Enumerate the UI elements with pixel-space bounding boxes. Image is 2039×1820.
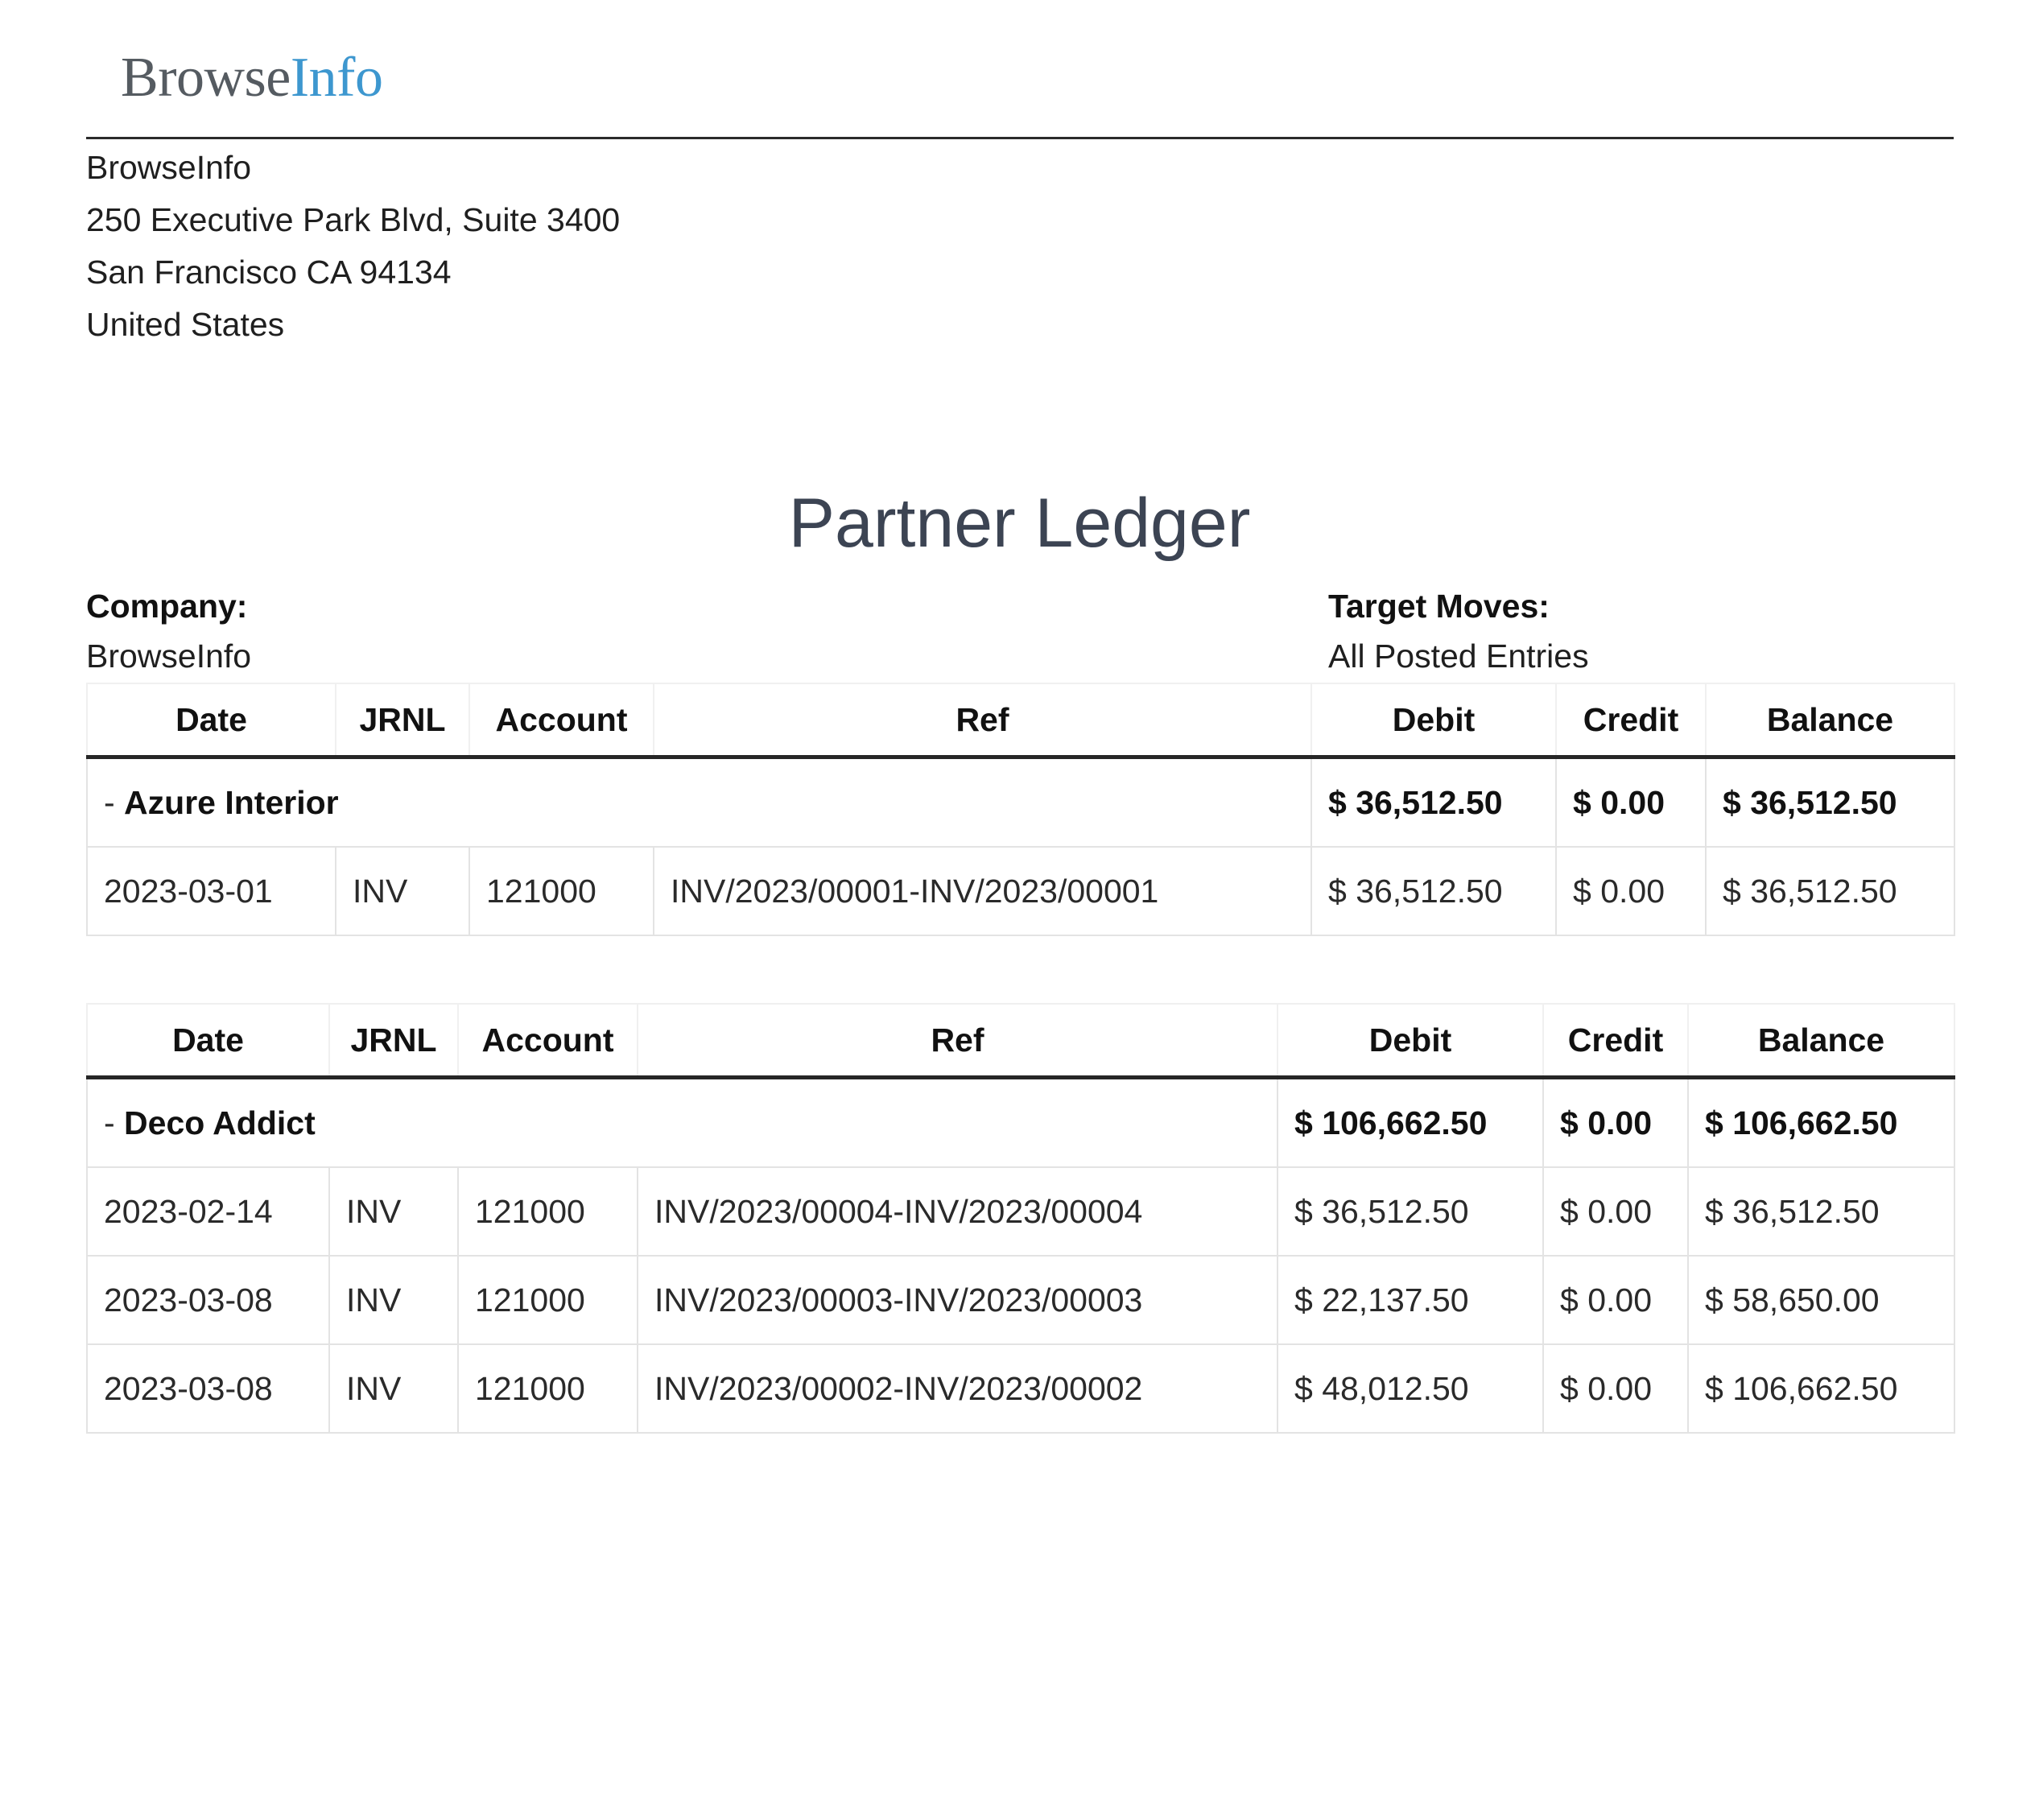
cell-credit: $ 0.00 xyxy=(1542,1166,1689,1257)
cell-debit: $ 36,512.50 xyxy=(1277,1166,1544,1257)
cell-account: 121000 xyxy=(457,1343,638,1434)
cell-debit: $ 36,512.50 xyxy=(1310,846,1557,936)
column-header-debit: Debit xyxy=(1310,683,1557,759)
table-row: 2023-02-14 INV 121000 INV/2023/00004-INV… xyxy=(86,1166,1955,1257)
partner-summary-row: - Deco Addict $ 106,662.50 $ 0.00 $ 106,… xyxy=(86,1076,1955,1168)
cell-ref: INV/2023/00004-INV/2023/00004 xyxy=(637,1166,1278,1257)
column-header-jrnl: JRNL xyxy=(335,683,470,759)
cell-credit: $ 0.00 xyxy=(1542,1255,1689,1345)
header-divider xyxy=(86,137,1954,139)
cell-date: 2023-03-08 xyxy=(86,1255,330,1345)
company-logo: BrowseInfo xyxy=(121,50,383,106)
partner-credit: $ 0.00 xyxy=(1542,1076,1689,1168)
address-country: United States xyxy=(86,306,285,343)
company-value: BrowseInfo xyxy=(86,638,252,675)
partner-name: Deco Addict xyxy=(124,1104,316,1141)
column-header-jrnl: JRNL xyxy=(328,1003,459,1079)
partner-summary-row: - Azure Interior $ 36,512.50 $ 0.00 $ 36… xyxy=(86,756,1955,848)
cell-date: 2023-03-08 xyxy=(86,1343,330,1434)
target-moves-info: Target Moves: All Posted Entries xyxy=(1328,581,1589,681)
partner-balance: $ 106,662.50 xyxy=(1687,1076,1955,1168)
ledger-table-azure-interior: Date JRNL Account Ref Debit Credit Balan… xyxy=(86,683,1955,936)
partner-credit: $ 0.00 xyxy=(1555,756,1707,848)
address-line-2: San Francisco CA 94134 xyxy=(86,254,452,291)
cell-jrnl: INV xyxy=(328,1166,459,1257)
cell-debit: $ 48,012.50 xyxy=(1277,1343,1544,1434)
cell-balance: $ 106,662.50 xyxy=(1687,1343,1955,1434)
column-header-account: Account xyxy=(457,1003,638,1079)
cell-balance: $ 36,512.50 xyxy=(1705,846,1955,936)
cell-account: 121000 xyxy=(457,1166,638,1257)
cell-credit: $ 0.00 xyxy=(1542,1343,1689,1434)
ledger-table-deco-addict: Date JRNL Account Ref Debit Credit Balan… xyxy=(86,1003,1955,1434)
company-label: Company: xyxy=(86,588,248,625)
cell-account: 121000 xyxy=(457,1255,638,1345)
cell-balance: $ 36,512.50 xyxy=(1687,1166,1955,1257)
table-header-row: Date JRNL Account Ref Debit Credit Balan… xyxy=(86,683,1955,759)
address-line-1: 250 Executive Park Blvd, Suite 3400 xyxy=(86,201,621,238)
cell-credit: $ 0.00 xyxy=(1555,846,1707,936)
column-header-ref: Ref xyxy=(637,1003,1278,1079)
column-header-debit: Debit xyxy=(1277,1003,1544,1079)
table-header-row: Date JRNL Account Ref Debit Credit Balan… xyxy=(86,1003,1955,1079)
cell-date: 2023-02-14 xyxy=(86,1166,330,1257)
cell-account: 121000 xyxy=(468,846,654,936)
partner-name: Azure Interior xyxy=(124,783,339,821)
cell-ref: INV/2023/00002-INV/2023/00002 xyxy=(637,1343,1278,1434)
table-row: 2023-03-08 INV 121000 INV/2023/00002-INV… xyxy=(86,1343,1955,1434)
cell-jrnl: INV xyxy=(335,846,470,936)
partner-debit: $ 36,512.50 xyxy=(1310,756,1557,848)
column-header-date: Date xyxy=(86,683,336,759)
cell-debit: $ 22,137.50 xyxy=(1277,1255,1544,1345)
target-moves-label: Target Moves: xyxy=(1328,588,1550,625)
partner-balance: $ 36,512.50 xyxy=(1705,756,1955,848)
partner-debit: $ 106,662.50 xyxy=(1277,1076,1544,1168)
column-header-balance: Balance xyxy=(1705,683,1955,759)
column-header-credit: Credit xyxy=(1555,683,1707,759)
cell-jrnl: INV xyxy=(328,1255,459,1345)
column-header-account: Account xyxy=(468,683,654,759)
report-title: Partner Ledger xyxy=(788,485,1251,562)
table-row: 2023-03-01 INV 121000 INV/2023/00001-INV… xyxy=(86,846,1955,936)
column-header-credit: Credit xyxy=(1542,1003,1689,1079)
column-header-balance: Balance xyxy=(1687,1003,1955,1079)
column-header-date: Date xyxy=(86,1003,330,1079)
cell-ref: INV/2023/00001-INV/2023/00001 xyxy=(653,846,1312,936)
partner-name-cell: - Deco Addict xyxy=(86,1076,1278,1168)
partner-name-cell: - Azure Interior xyxy=(86,756,1312,848)
partner-dash: - xyxy=(104,1104,125,1141)
partner-dash: - xyxy=(104,783,125,821)
logo-text-browse: Browse xyxy=(121,47,291,109)
cell-jrnl: INV xyxy=(328,1343,459,1434)
target-moves-value: All Posted Entries xyxy=(1328,638,1589,675)
cell-date: 2023-03-01 xyxy=(86,846,336,936)
company-info: Company: BrowseInfo xyxy=(86,581,251,681)
address-company-name: BrowseInfo xyxy=(86,149,252,186)
logo-text-info: Info xyxy=(290,47,383,109)
column-header-ref: Ref xyxy=(653,683,1312,759)
company-address: BrowseInfo 250 Executive Park Blvd, Suit… xyxy=(86,142,620,351)
table-row: 2023-03-08 INV 121000 INV/2023/00003-INV… xyxy=(86,1255,1955,1345)
cell-ref: INV/2023/00003-INV/2023/00003 xyxy=(637,1255,1278,1345)
cell-balance: $ 58,650.00 xyxy=(1687,1255,1955,1345)
